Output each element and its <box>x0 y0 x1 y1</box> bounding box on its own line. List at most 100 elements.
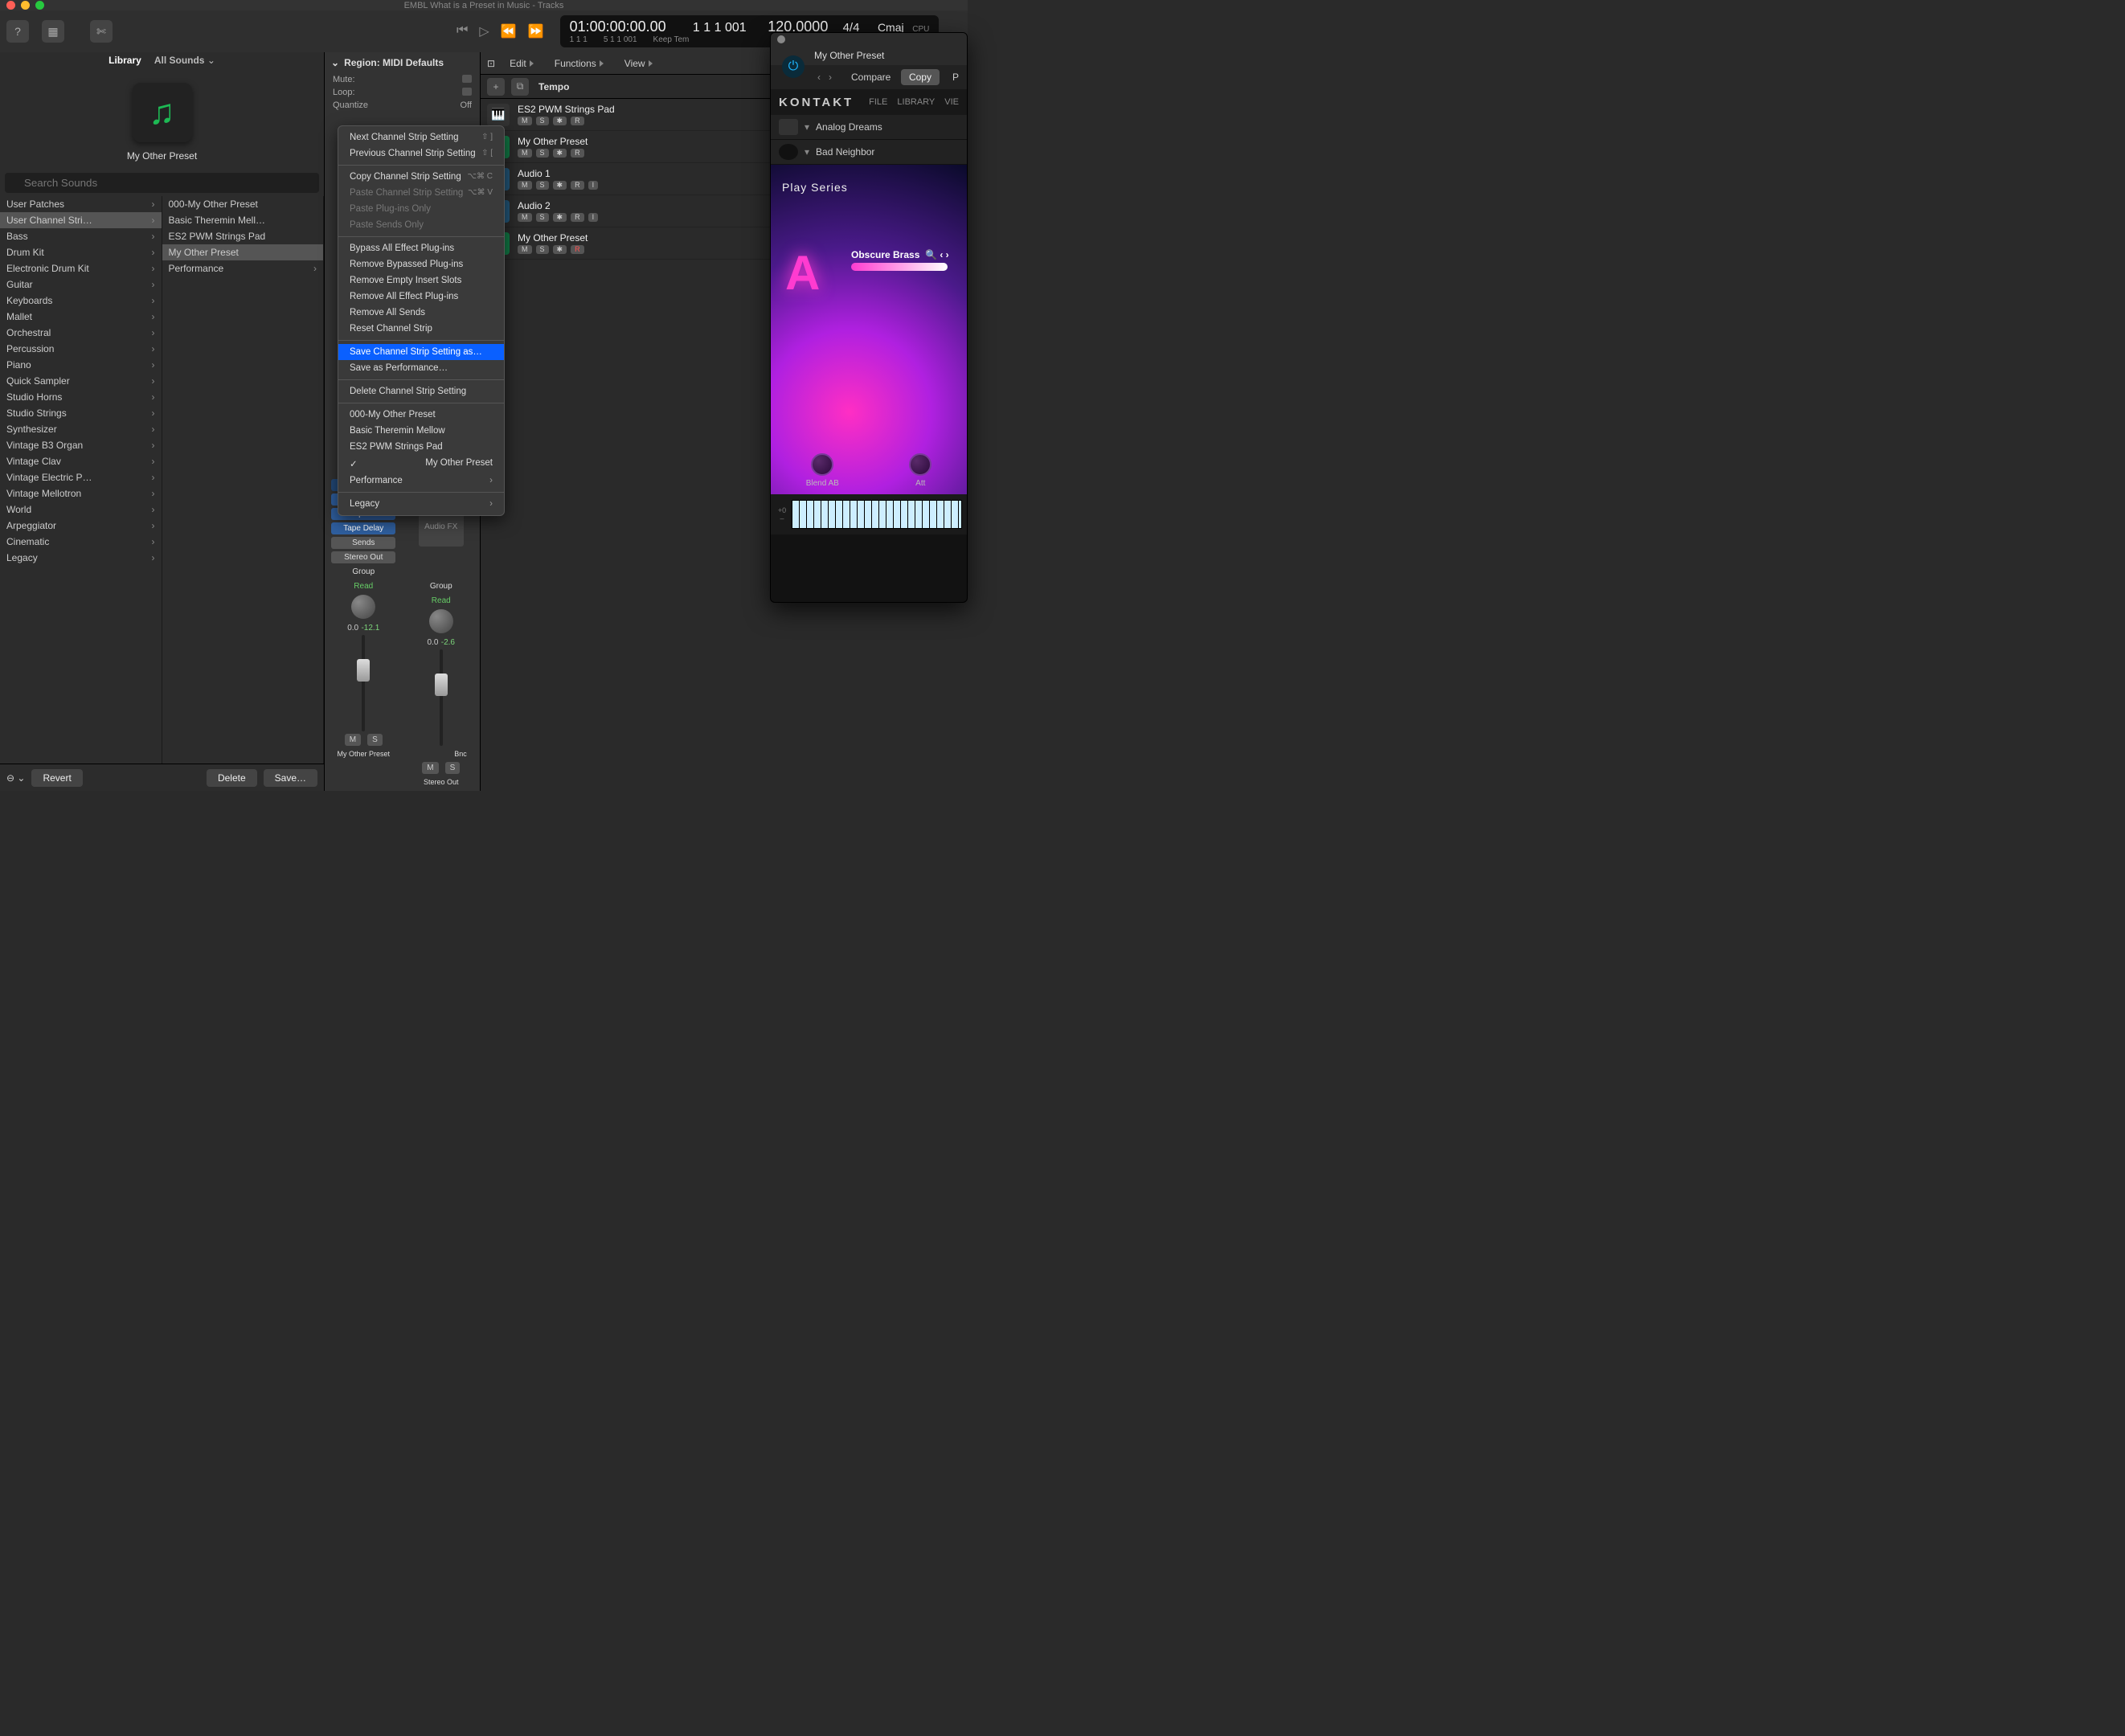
track-menu-icon[interactable]: ⊡ <box>487 58 495 69</box>
track-m-button[interactable]: M <box>518 149 532 158</box>
context-menu-item[interactable]: Copy Channel Strip Setting⌥⌘ C <box>338 169 504 185</box>
compare-button[interactable]: Compare <box>851 72 891 83</box>
loop-checkbox[interactable] <box>462 88 472 96</box>
library-preset-item[interactable]: Performance› <box>162 260 324 276</box>
all-sounds-tab[interactable]: All Sounds ⌄ <box>154 55 215 66</box>
fx-slot-3[interactable]: Tape Delay <box>331 522 395 534</box>
context-menu-item[interactable]: ES2 PWM Strings Pad <box>338 439 504 455</box>
timecode-display[interactable]: 01:00:00:00.00 <box>570 18 690 35</box>
duplicate-track-button[interactable]: ⧉ <box>511 78 529 96</box>
track-i-button[interactable]: I <box>588 213 599 222</box>
track-✱-button[interactable]: ✱ <box>553 213 567 222</box>
bars-display[interactable]: 1 1 1 001 <box>693 21 765 35</box>
context-menu-item[interactable]: Remove All Sends <box>338 305 504 321</box>
track-✱-button[interactable]: ✱ <box>553 117 567 125</box>
plugin-next-button[interactable]: › <box>829 72 832 83</box>
rewind-button[interactable]: ⏪ <box>501 23 517 39</box>
play-button[interactable]: ▷ <box>479 23 489 39</box>
delete-button[interactable]: Delete <box>207 769 257 787</box>
track-i-button[interactable]: I <box>588 181 599 190</box>
library-category-item[interactable]: World› <box>0 502 162 518</box>
library-category-item[interactable]: Bass› <box>0 228 162 244</box>
pan-knob[interactable] <box>351 595 375 619</box>
context-menu-item[interactable]: 000-My Other Preset <box>338 407 504 423</box>
context-menu-item[interactable]: Delete Channel Strip Setting <box>338 383 504 399</box>
edit-menu[interactable]: Edit <box>503 55 540 72</box>
global-track-label[interactable]: Tempo <box>538 81 569 92</box>
library-category-item[interactable]: Electronic Drum Kit› <box>0 260 162 276</box>
plugin-prev-button[interactable]: ‹ <box>817 72 821 83</box>
context-menu-item[interactable]: Bypass All Effect Plug-ins <box>338 240 504 256</box>
plugin-power-button[interactable]: ⏻ <box>782 55 805 78</box>
plugin-instrument-row[interactable]: ▾Analog Dreams <box>771 115 967 140</box>
library-tab[interactable]: Library <box>109 55 141 66</box>
mute-button[interactable]: M <box>345 734 361 746</box>
library-category-item[interactable]: Drum Kit› <box>0 244 162 260</box>
zoom-window-icon[interactable] <box>35 1 44 10</box>
automation-mode-out[interactable]: Read <box>409 595 473 607</box>
library-preset-list[interactable]: 000-My Other PresetBasic Theremin Mell…E… <box>162 196 325 764</box>
track-✱-button[interactable]: ✱ <box>553 149 567 158</box>
revert-button[interactable]: Revert <box>31 769 82 787</box>
copy-button[interactable]: Copy <box>901 69 940 85</box>
context-menu-item[interactable]: Save as Performance… <box>338 360 504 376</box>
library-preset-item[interactable]: ES2 PWM Strings Pad <box>162 228 324 244</box>
inspector-region-header[interactable]: ⌄ Region: MIDI Defaults <box>325 52 480 73</box>
library-preset-item[interactable]: Basic Theremin Mell… <box>162 212 324 228</box>
channel-strip-context-menu[interactable]: Next Channel Strip Setting⇧ ]Previous Ch… <box>338 125 505 516</box>
track-m-button[interactable]: M <box>518 245 532 254</box>
library-category-item[interactable]: Vintage Electric P…› <box>0 469 162 485</box>
track-✱-button[interactable]: ✱ <box>553 181 567 190</box>
library-preset-item[interactable]: My Other Preset <box>162 244 324 260</box>
library-toggle-button[interactable]: ▦ <box>42 20 64 43</box>
disclosure-triangle-icon[interactable]: ⌄ <box>331 57 339 68</box>
output-slot[interactable]: Stereo Out <box>331 551 395 563</box>
track-s-button[interactable]: S <box>536 117 549 125</box>
blend-knob[interactable] <box>811 453 833 476</box>
automation-mode[interactable]: Read <box>331 580 395 592</box>
context-menu-item[interactable]: Next Channel Strip Setting⇧ ] <box>338 129 504 145</box>
library-category-item[interactable]: Studio Horns› <box>0 389 162 405</box>
library-category-list[interactable]: User Patches›User Channel Stri…›Bass›Dru… <box>0 196 162 764</box>
library-category-item[interactable]: Studio Strings› <box>0 405 162 421</box>
solo-button[interactable]: S <box>367 734 383 746</box>
minimize-window-icon[interactable] <box>21 1 30 10</box>
scissors-tool-button[interactable]: ✄ <box>90 20 113 43</box>
context-menu-item[interactable]: Save Channel Strip Setting as… <box>338 344 504 360</box>
library-category-item[interactable]: User Channel Stri…› <box>0 212 162 228</box>
track-s-button[interactable]: S <box>536 149 549 158</box>
library-category-item[interactable]: Quick Sampler› <box>0 373 162 389</box>
volume-fader[interactable] <box>347 635 379 731</box>
attack-knob[interactable] <box>909 453 931 476</box>
plugin-close-icon[interactable] <box>777 35 785 43</box>
track-r-button[interactable]: R <box>571 117 584 125</box>
context-menu-item[interactable]: Remove All Effect Plug-ins <box>338 289 504 305</box>
quantize-value[interactable]: Off <box>461 100 472 110</box>
library-preset-item[interactable]: 000-My Other Preset <box>162 196 324 212</box>
library-category-item[interactable]: User Patches› <box>0 196 162 212</box>
library-category-item[interactable]: Guitar› <box>0 276 162 293</box>
track-r-button[interactable]: R <box>571 213 584 222</box>
forward-button[interactable]: ⏩ <box>528 23 544 39</box>
context-menu-item[interactable]: Previous Channel Strip Setting⇧ [ <box>338 145 504 162</box>
context-menu-item[interactable]: Remove Empty Insert Slots <box>338 272 504 289</box>
solo-button-out[interactable]: S <box>445 762 461 774</box>
mute-checkbox[interactable] <box>462 75 472 83</box>
library-options-icon[interactable]: ⊖ ⌄ <box>6 772 25 784</box>
library-category-item[interactable]: Percussion› <box>0 341 162 357</box>
plugin-keys[interactable] <box>792 500 962 529</box>
save-button[interactable]: Save… <box>264 769 317 787</box>
track-s-button[interactable]: S <box>536 181 549 190</box>
sends-slot[interactable]: Sends <box>331 537 395 549</box>
plugin-instrument-row[interactable]: ▾Bad Neighbor <box>771 140 967 165</box>
library-category-item[interactable]: Vintage Mellotron› <box>0 485 162 502</box>
plugin-view-menu[interactable]: VIE <box>944 97 959 107</box>
library-category-item[interactable]: Vintage Clav› <box>0 453 162 469</box>
functions-menu[interactable]: Functions <box>548 55 610 72</box>
go-to-start-button[interactable]: ⏮ <box>457 23 468 39</box>
track-m-button[interactable]: M <box>518 117 532 125</box>
track-m-button[interactable]: M <box>518 213 532 222</box>
library-category-item[interactable]: Keyboards› <box>0 293 162 309</box>
add-track-button[interactable]: + <box>487 78 505 96</box>
library-category-item[interactable]: Synthesizer› <box>0 421 162 437</box>
